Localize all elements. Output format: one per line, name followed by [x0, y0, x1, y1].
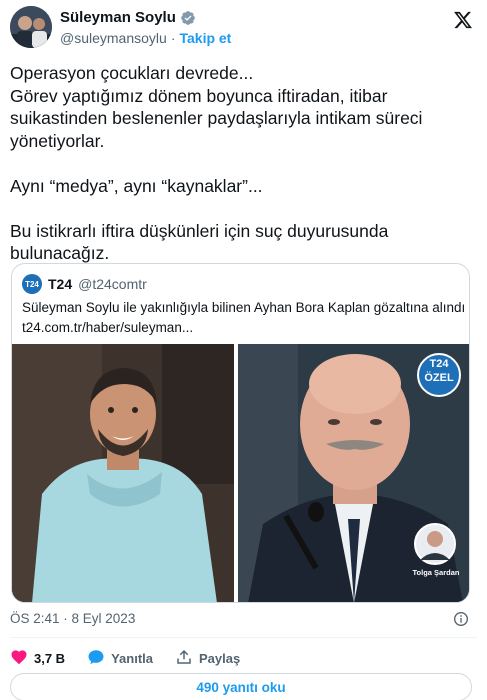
card-headline[interactable]: Süleyman Soylu ile yakınlığıyla bilinen …: [22, 300, 465, 315]
share-label: Paylaş: [199, 651, 241, 666]
like-count: 3,7 B: [34, 651, 66, 666]
avatar[interactable]: [10, 6, 52, 48]
card-image-right[interactable]: T24 ÖZEL Tolga Şardan: [238, 344, 469, 602]
reply-label: Yanıtla: [111, 651, 153, 666]
separator-dot: ·: [170, 30, 176, 46]
share-icon: [175, 648, 193, 669]
tweet-header: Süleyman Soylu @suleymansoylu · Takip et: [10, 6, 477, 50]
reply-button[interactable]: Yanıtla: [87, 648, 153, 669]
author-name[interactable]: Süleyman Soylu: [60, 9, 176, 26]
t24-ozel-badge-bottom: ÖZEL: [424, 372, 454, 384]
t24-ozel-badge-top: T24: [429, 358, 449, 370]
read-replies-button[interactable]: 490 yanıtı oku: [10, 673, 472, 700]
like-button[interactable]: 3,7 B: [10, 648, 65, 669]
card-logo: T24: [22, 274, 42, 294]
info-icon[interactable]: [453, 611, 469, 627]
card-source-name[interactable]: T24: [48, 276, 72, 292]
card-url[interactable]: t24.com.tr/haber/suleyman...: [22, 320, 193, 335]
card-image-left[interactable]: [12, 344, 234, 602]
card-source-handle[interactable]: @t24comtr: [78, 276, 147, 292]
follow-button[interactable]: Takip et: [179, 30, 231, 46]
reply-icon: [87, 648, 105, 669]
divider: [10, 637, 477, 638]
x-logo-icon[interactable]: [453, 10, 473, 30]
author-handle[interactable]: @suleymansoylu: [60, 30, 167, 46]
action-bar: 3,7 B Yanıtla Paylaş: [10, 648, 262, 669]
byline-label: Tolga Şardan: [412, 568, 460, 577]
link-card[interactable]: T24 T24 @t24comtr Süleyman Soylu ile yak…: [11, 263, 470, 603]
tweet-timestamp[interactable]: ÖS 2:41 · 8 Eyl 2023: [10, 611, 135, 626]
share-button[interactable]: Paylaş: [175, 648, 240, 669]
verified-icon: [180, 10, 196, 26]
heart-icon: [10, 648, 28, 669]
tweet-text: Operasyon çocukları devrede... Görev yap…: [10, 63, 423, 263]
